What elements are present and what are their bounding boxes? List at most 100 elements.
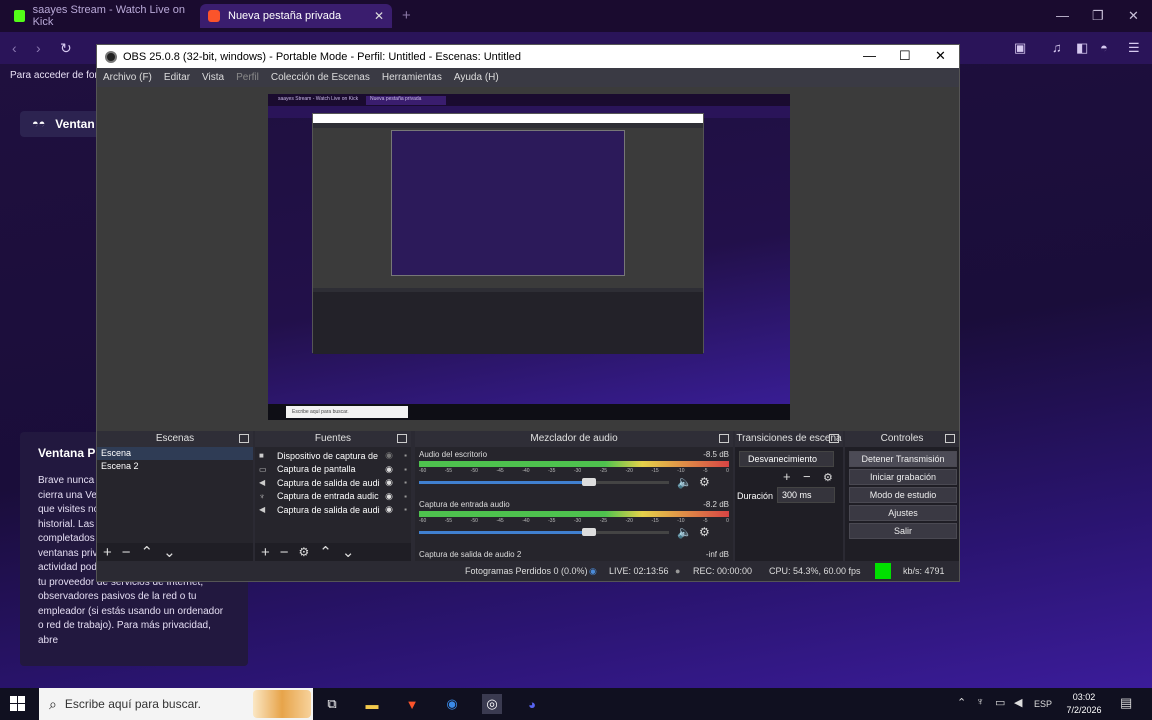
scene-item[interactable]: Escena 2 [97,460,253,473]
add-icon[interactable]: + [261,544,270,561]
notifications-icon[interactable]: ▤ [1120,695,1132,711]
language-indicator[interactable]: ESP [1034,699,1052,709]
clock-date: 7/2/2026 [1066,705,1102,715]
tab-private[interactable]: Nueva pestaña privada ✕ [200,4,392,28]
taskbar-search[interactable]: ⌕ Escribe aquí para buscar. [39,688,313,720]
stop-streaming-button[interactable]: Detener Transmisión [849,451,957,467]
lock-icon[interactable]: ▪ [404,465,407,474]
cast-icon[interactable]: ▣ [1014,40,1026,56]
stream-health-indicator [875,563,891,579]
kick-icon [14,10,25,22]
back-icon[interactable]: ‹ [12,40,17,56]
add-icon[interactable]: + [103,544,112,561]
menu-perfil[interactable]: Perfil [236,72,259,83]
move-up-icon[interactable]: ⌃ [141,543,154,561]
menu-icon[interactable]: ☰ [1128,40,1140,56]
lock-icon[interactable]: ▪ [404,492,407,501]
exit-button[interactable]: Salir [849,523,957,539]
move-up-icon[interactable]: ⌃ [319,543,332,561]
volume-fill [419,531,589,534]
menu-coleccion[interactable]: Colección de Escenas [271,72,370,83]
volume-icon[interactable]: ◀ [1014,696,1022,709]
move-down-icon[interactable]: ⌄ [342,543,355,561]
source-item[interactable]: ◀ Captura de salida de audi ◉ ▪ [255,503,411,517]
remove-icon[interactable]: − [280,544,289,561]
undock-icon[interactable] [239,434,249,443]
studio-mode-button[interactable]: Modo de estudio [849,487,957,503]
volume-slider[interactable] [419,528,669,536]
obs-close-icon[interactable]: ✕ [935,48,946,64]
gear-icon[interactable]: ⚙ [699,525,710,539]
windows-taskbar: ⌕ Escribe aquí para buscar. ⧉ ▬ ▼ ◉ ◎ ◕ … [0,688,1152,720]
preview-search: Escribe aquí para buscar. [286,406,408,418]
music-icon[interactable]: ♫ [1052,40,1062,55]
controls-dock-header: Controles [845,431,959,447]
duration-spinbox[interactable]: 300 ms [777,487,835,503]
remove-icon[interactable]: − [803,469,811,484]
volume-slider[interactable] [419,478,669,486]
network-icon[interactable]: ▭ [995,696,1005,709]
discord-app-icon[interactable]: ◕ [522,694,542,714]
windows-start-icon[interactable] [10,696,25,711]
visibility-icon[interactable]: ◉ [385,450,393,461]
task-view-icon[interactable]: ⧉ [322,694,342,714]
tray-chevron-icon[interactable]: ⌃ [957,696,966,709]
restore-icon[interactable]: ❐ [1092,8,1104,24]
visibility-icon[interactable]: ◉ [385,504,393,515]
undock-icon[interactable] [397,434,407,443]
visibility-icon[interactable]: ◉ [385,477,393,488]
file-explorer-icon[interactable]: ▬ [362,694,382,714]
visibility-icon[interactable]: ◉ [385,491,393,502]
obs-maximize-icon[interactable]: ☐ [899,48,911,64]
obs-minimize-icon[interactable]: — [863,48,876,63]
volume-knob[interactable] [582,478,596,486]
settings-button[interactable]: Ajustes [849,505,957,521]
tab-kick[interactable]: saayes Stream - Watch Live on Kick [6,4,196,28]
lock-icon[interactable]: ▪ [404,451,407,460]
menu-editar[interactable]: Editar [164,72,190,83]
remove-icon[interactable]: − [122,544,131,561]
new-tab-button[interactable]: + [402,7,411,24]
source-item[interactable]: ▭ Captura de pantalla ◉ ▪ [255,463,411,477]
start-recording-button[interactable]: Iniciar grabación [849,469,957,485]
undock-icon[interactable] [719,434,729,443]
move-down-icon[interactable]: ⌄ [163,543,176,561]
gear-icon[interactable]: ⚙ [299,545,310,559]
add-icon[interactable]: + [783,469,791,484]
microphone-icon[interactable]: ♆ [976,696,984,708]
menu-ayuda[interactable]: Ayuda (H) [454,72,499,83]
lock-icon[interactable]: ▪ [404,505,407,514]
gear-icon[interactable]: ⚙ [823,471,833,484]
brave-icon[interactable]: ▼ [402,694,422,714]
lock-icon[interactable]: ▪ [404,478,407,487]
speaker-icon: ◀ [259,505,266,515]
minimize-icon[interactable]: — [1056,8,1069,23]
transition-select[interactable]: Desvanecimiento [739,451,834,467]
menu-herramientas[interactable]: Herramientas [382,72,442,83]
mixer-track: Captura de entrada audio -8.2 dB -60 -55-… [415,497,733,547]
taskbar-clock[interactable]: 03:02 7/2/2026 [1060,691,1108,717]
undock-icon[interactable] [945,434,955,443]
gear-icon[interactable]: ⚙ [699,475,710,489]
menu-vista[interactable]: Vista [202,72,224,83]
obs-preview[interactable]: saayes Stream - Watch Live on Kick Nueva… [97,87,959,473]
scene-item[interactable]: Escena [97,447,253,460]
private-icon[interactable]: ◓ [1100,40,1108,55]
speaker-icon: ◀ [259,478,266,488]
source-item[interactable]: ■ Dispositivo de captura de ◉ ▪ [255,449,411,463]
source-item[interactable]: ◀ Captura de salida de audi ◉ ▪ [255,476,411,490]
close-icon[interactable]: ✕ [1128,8,1139,24]
menu-archivo[interactable]: Archivo (F) [103,72,152,83]
visibility-icon[interactable]: ◉ [385,464,393,475]
volume-knob[interactable] [582,528,596,536]
vpn-app-icon[interactable]: ◉ [442,694,462,714]
undock-icon[interactable] [829,434,839,443]
speaker-icon[interactable]: 🔈 [677,475,692,489]
source-item[interactable]: ♆ Captura de entrada audic ◉ ▪ [255,490,411,504]
obs-taskbar-icon[interactable]: ◎ [482,694,502,714]
close-tab-icon[interactable]: ✕ [374,9,384,23]
sidebar-icon[interactable]: ◧ [1076,40,1088,56]
speaker-icon[interactable]: 🔈 [677,525,692,539]
reload-icon[interactable]: ↻ [60,40,72,57]
forward-icon[interactable]: › [36,40,41,56]
